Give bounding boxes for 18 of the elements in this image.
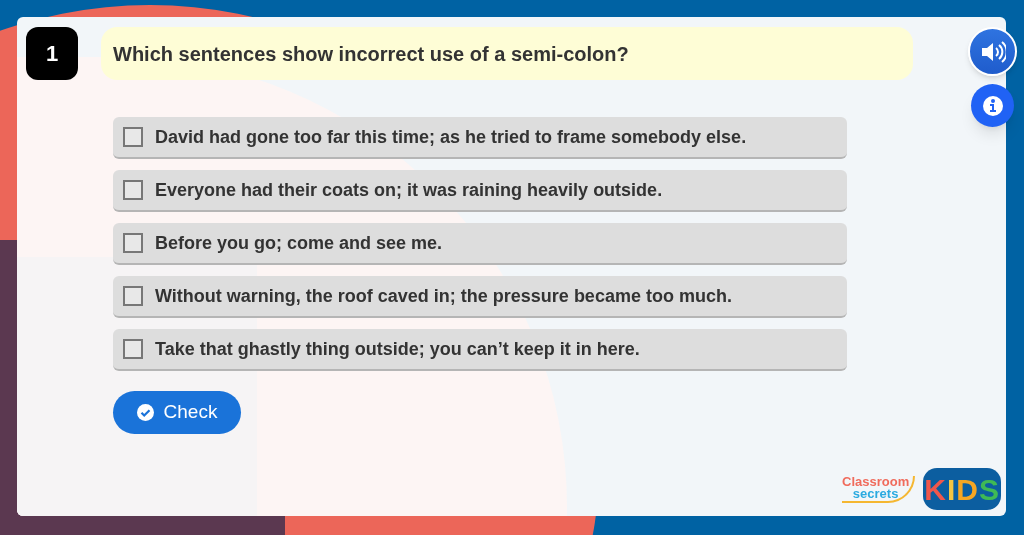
- checkbox[interactable]: [123, 339, 143, 359]
- logo-badge: KIDS: [923, 468, 1002, 510]
- checkbox[interactable]: [123, 127, 143, 147]
- answer-option[interactable]: Before you go; come and see me.: [113, 223, 847, 265]
- checkbox[interactable]: [123, 286, 143, 306]
- answer-option[interactable]: Everyone had their coats on; it was raining heavily outside.: [113, 170, 847, 212]
- speaker-icon: [979, 40, 1006, 63]
- answer-option[interactable]: David had gone too far this time; as he tried to frame somebody else.: [113, 117, 847, 159]
- info-icon: [981, 94, 1004, 117]
- answer-option[interactable]: Without warning, the roof caved in; the pressure became too much.: [113, 276, 847, 318]
- check-circle-icon: [136, 404, 154, 421]
- checkbox[interactable]: [123, 180, 143, 200]
- checkbox[interactable]: [123, 233, 143, 253]
- logo-wordmark: Classroom secrets: [842, 475, 916, 503]
- question-text: Which sentences show incorrect use of a semi-colon?: [113, 41, 629, 67]
- check-button[interactable]: Check: [113, 391, 241, 434]
- question-number: 1: [26, 27, 78, 80]
- answer-option[interactable]: Take that ghastly thing outside; you can’t keep it in here.: [113, 329, 847, 371]
